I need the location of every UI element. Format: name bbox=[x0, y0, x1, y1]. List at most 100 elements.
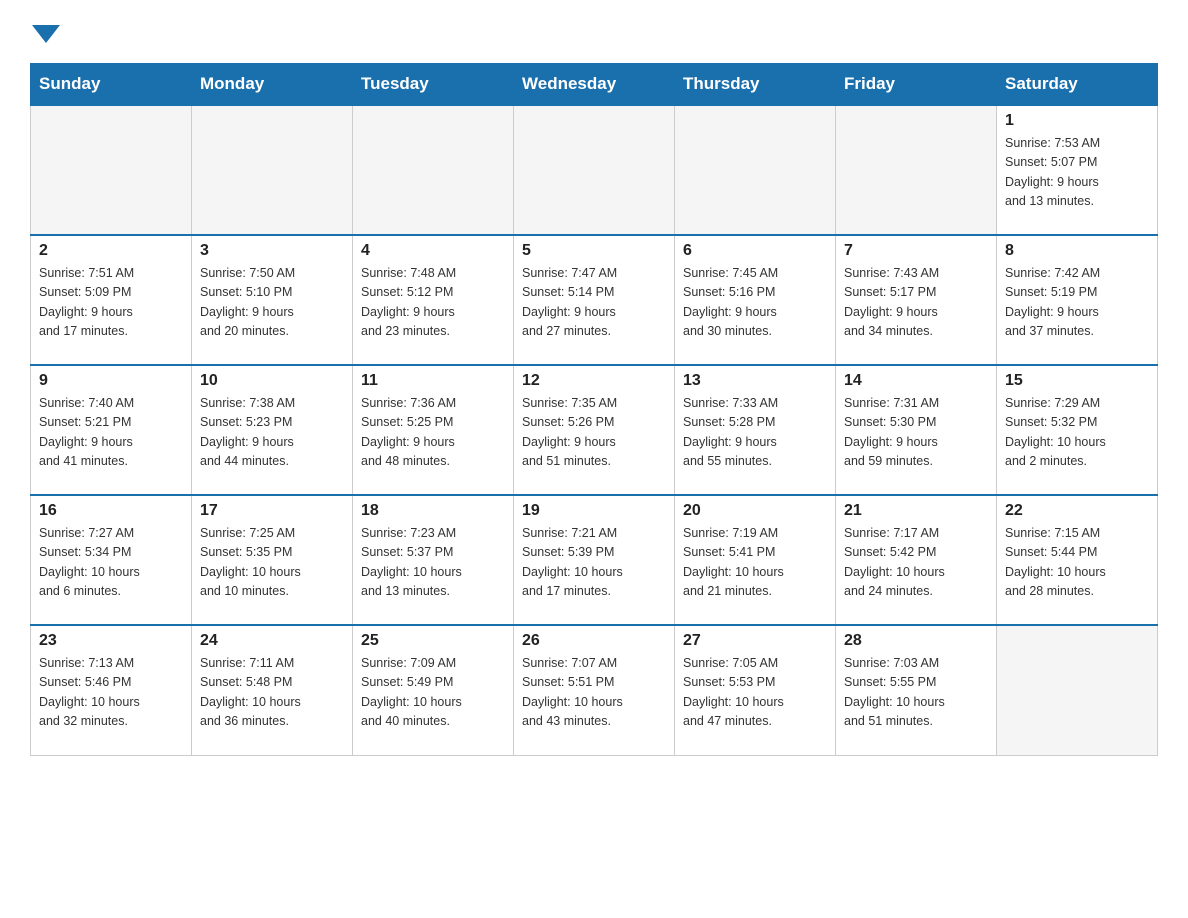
day-number: 21 bbox=[844, 502, 988, 520]
day-number: 17 bbox=[200, 502, 344, 520]
day-number: 1 bbox=[1005, 112, 1149, 130]
day-number: 13 bbox=[683, 372, 827, 390]
day-info: Sunrise: 7:42 AM Sunset: 5:19 PM Dayligh… bbox=[1005, 264, 1149, 342]
day-number: 22 bbox=[1005, 502, 1149, 520]
calendar-day-cell: 9 Sunrise: 7:40 AM Sunset: 5:21 PM Daylig… bbox=[31, 365, 192, 495]
calendar-day-cell: 23Sunrise: 7:13 AM Sunset: 5:46 PM Dayli… bbox=[31, 625, 192, 755]
calendar-day-cell: 27Sunrise: 7:05 AM Sunset: 5:53 PM Dayli… bbox=[675, 625, 836, 755]
day-info: Sunrise: 7:36 AM Sunset: 5:25 PM Dayligh… bbox=[361, 394, 505, 472]
day-info: Sunrise: 7:51 AM Sunset: 5:09 PM Dayligh… bbox=[39, 264, 183, 342]
day-number: 7 bbox=[844, 242, 988, 260]
day-info: Sunrise: 7:33 AM Sunset: 5:28 PM Dayligh… bbox=[683, 394, 827, 472]
day-info: Sunrise: 7:11 AM Sunset: 5:48 PM Dayligh… bbox=[200, 654, 344, 732]
calendar-day-cell: 19 Sunrise: 7:21 AM Sunset: 5:39 PM Dayli… bbox=[514, 495, 675, 625]
logo bbox=[30, 20, 60, 43]
day-number: 6 bbox=[683, 242, 827, 260]
calendar-day-cell: 13 Sunrise: 7:33 AM Sunset: 5:28 PM Dayli… bbox=[675, 365, 836, 495]
day-info: Sunrise: 7:40 AM Sunset: 5:21 PM Dayligh… bbox=[39, 394, 183, 472]
calendar-day-cell: 17 Sunrise: 7:25 AM Sunset: 5:35 PM Dayli… bbox=[192, 495, 353, 625]
day-info: Sunrise: 7:50 AM Sunset: 5:10 PM Dayligh… bbox=[200, 264, 344, 342]
day-info: Sunrise: 7:47 AM Sunset: 5:14 PM Dayligh… bbox=[522, 264, 666, 342]
day-number: 4 bbox=[361, 242, 505, 260]
day-info: Sunrise: 7:07 AM Sunset: 5:51 PM Dayligh… bbox=[522, 654, 666, 732]
day-number: 25 bbox=[361, 632, 505, 650]
page-header bbox=[30, 20, 1158, 43]
weekday-header-wednesday: Wednesday bbox=[514, 64, 675, 106]
calendar-day-cell: 18 Sunrise: 7:23 AM Sunset: 5:37 PM Dayli… bbox=[353, 495, 514, 625]
day-number: 28 bbox=[844, 632, 988, 650]
calendar-week-row: 2 Sunrise: 7:51 AM Sunset: 5:09 PM Daylig… bbox=[31, 235, 1158, 365]
calendar-day-cell: 14 Sunrise: 7:31 AM Sunset: 5:30 PM Dayli… bbox=[836, 365, 997, 495]
calendar-day-cell: 16 Sunrise: 7:27 AM Sunset: 5:34 PM Dayli… bbox=[31, 495, 192, 625]
calendar-week-row: 23Sunrise: 7:13 AM Sunset: 5:46 PM Dayli… bbox=[31, 625, 1158, 755]
calendar-week-row: 9 Sunrise: 7:40 AM Sunset: 5:21 PM Daylig… bbox=[31, 365, 1158, 495]
calendar-day-cell: 6Sunrise: 7:45 AM Sunset: 5:16 PM Daylig… bbox=[675, 235, 836, 365]
weekday-header-sunday: Sunday bbox=[31, 64, 192, 106]
day-info: Sunrise: 7:21 AM Sunset: 5:39 PM Dayligh… bbox=[522, 524, 666, 602]
day-number: 24 bbox=[200, 632, 344, 650]
day-info: Sunrise: 7:31 AM Sunset: 5:30 PM Dayligh… bbox=[844, 394, 988, 472]
calendar-day-cell: 28 Sunrise: 7:03 AM Sunset: 5:55 PM Dayli… bbox=[836, 625, 997, 755]
day-info: Sunrise: 7:53 AM Sunset: 5:07 PM Dayligh… bbox=[1005, 134, 1149, 212]
day-info: Sunrise: 7:15 AM Sunset: 5:44 PM Dayligh… bbox=[1005, 524, 1149, 602]
calendar-day-cell: 2 Sunrise: 7:51 AM Sunset: 5:09 PM Daylig… bbox=[31, 235, 192, 365]
calendar-day-cell: 1 Sunrise: 7:53 AM Sunset: 5:07 PM Daylig… bbox=[997, 105, 1158, 235]
day-number: 9 bbox=[39, 372, 183, 390]
day-info: Sunrise: 7:17 AM Sunset: 5:42 PM Dayligh… bbox=[844, 524, 988, 602]
calendar-day-cell bbox=[514, 105, 675, 235]
calendar-day-cell: 11 Sunrise: 7:36 AM Sunset: 5:25 PM Dayli… bbox=[353, 365, 514, 495]
day-number: 5 bbox=[522, 242, 666, 260]
calendar-day-cell bbox=[192, 105, 353, 235]
calendar-day-cell: 20 Sunrise: 7:19 AM Sunset: 5:41 PM Dayli… bbox=[675, 495, 836, 625]
day-number: 20 bbox=[683, 502, 827, 520]
day-number: 16 bbox=[39, 502, 183, 520]
day-number: 15 bbox=[1005, 372, 1149, 390]
day-info: Sunrise: 7:23 AM Sunset: 5:37 PM Dayligh… bbox=[361, 524, 505, 602]
calendar-day-cell bbox=[31, 105, 192, 235]
day-info: Sunrise: 7:09 AM Sunset: 5:49 PM Dayligh… bbox=[361, 654, 505, 732]
day-info: Sunrise: 7:38 AM Sunset: 5:23 PM Dayligh… bbox=[200, 394, 344, 472]
calendar-day-cell bbox=[353, 105, 514, 235]
calendar-day-cell: 8Sunrise: 7:42 AM Sunset: 5:19 PM Daylig… bbox=[997, 235, 1158, 365]
calendar-day-cell: 22 Sunrise: 7:15 AM Sunset: 5:44 PM Dayli… bbox=[997, 495, 1158, 625]
calendar-day-cell: 25 Sunrise: 7:09 AM Sunset: 5:49 PM Dayli… bbox=[353, 625, 514, 755]
logo-arrow-icon bbox=[32, 25, 60, 43]
calendar-day-cell: 5 Sunrise: 7:47 AM Sunset: 5:14 PM Daylig… bbox=[514, 235, 675, 365]
calendar-week-row: 1 Sunrise: 7:53 AM Sunset: 5:07 PM Daylig… bbox=[31, 105, 1158, 235]
calendar-day-cell: 10 Sunrise: 7:38 AM Sunset: 5:23 PM Dayli… bbox=[192, 365, 353, 495]
day-number: 18 bbox=[361, 502, 505, 520]
calendar-day-cell: 24 Sunrise: 7:11 AM Sunset: 5:48 PM Dayli… bbox=[192, 625, 353, 755]
calendar-week-row: 16 Sunrise: 7:27 AM Sunset: 5:34 PM Dayli… bbox=[31, 495, 1158, 625]
day-number: 12 bbox=[522, 372, 666, 390]
day-info: Sunrise: 7:48 AM Sunset: 5:12 PM Dayligh… bbox=[361, 264, 505, 342]
calendar-day-cell: 12Sunrise: 7:35 AM Sunset: 5:26 PM Dayli… bbox=[514, 365, 675, 495]
day-info: Sunrise: 7:27 AM Sunset: 5:34 PM Dayligh… bbox=[39, 524, 183, 602]
weekday-header-friday: Friday bbox=[836, 64, 997, 106]
calendar-day-cell bbox=[997, 625, 1158, 755]
calendar-day-cell: 26 Sunrise: 7:07 AM Sunset: 5:51 PM Dayli… bbox=[514, 625, 675, 755]
calendar-day-cell: 7Sunrise: 7:43 AM Sunset: 5:17 PM Daylig… bbox=[836, 235, 997, 365]
calendar-table: SundayMondayTuesdayWednesdayThursdayFrid… bbox=[30, 63, 1158, 756]
day-number: 10 bbox=[200, 372, 344, 390]
day-info: Sunrise: 7:03 AM Sunset: 5:55 PM Dayligh… bbox=[844, 654, 988, 732]
day-info: Sunrise: 7:05 AM Sunset: 5:53 PM Dayligh… bbox=[683, 654, 827, 732]
weekday-header-monday: Monday bbox=[192, 64, 353, 106]
calendar-day-cell: 3 Sunrise: 7:50 AM Sunset: 5:10 PM Daylig… bbox=[192, 235, 353, 365]
day-number: 23 bbox=[39, 632, 183, 650]
day-number: 19 bbox=[522, 502, 666, 520]
day-info: Sunrise: 7:25 AM Sunset: 5:35 PM Dayligh… bbox=[200, 524, 344, 602]
day-number: 14 bbox=[844, 372, 988, 390]
day-number: 3 bbox=[200, 242, 344, 260]
calendar-day-cell: 4 Sunrise: 7:48 AM Sunset: 5:12 PM Daylig… bbox=[353, 235, 514, 365]
calendar-day-cell bbox=[836, 105, 997, 235]
weekday-header-saturday: Saturday bbox=[997, 64, 1158, 106]
day-number: 2 bbox=[39, 242, 183, 260]
day-number: 11 bbox=[361, 372, 505, 390]
calendar-day-cell: 15 Sunrise: 7:29 AM Sunset: 5:32 PM Dayli… bbox=[997, 365, 1158, 495]
day-number: 26 bbox=[522, 632, 666, 650]
day-info: Sunrise: 7:29 AM Sunset: 5:32 PM Dayligh… bbox=[1005, 394, 1149, 472]
day-info: Sunrise: 7:19 AM Sunset: 5:41 PM Dayligh… bbox=[683, 524, 827, 602]
calendar-day-cell bbox=[675, 105, 836, 235]
calendar-day-cell: 21 Sunrise: 7:17 AM Sunset: 5:42 PM Dayli… bbox=[836, 495, 997, 625]
weekday-header-tuesday: Tuesday bbox=[353, 64, 514, 106]
